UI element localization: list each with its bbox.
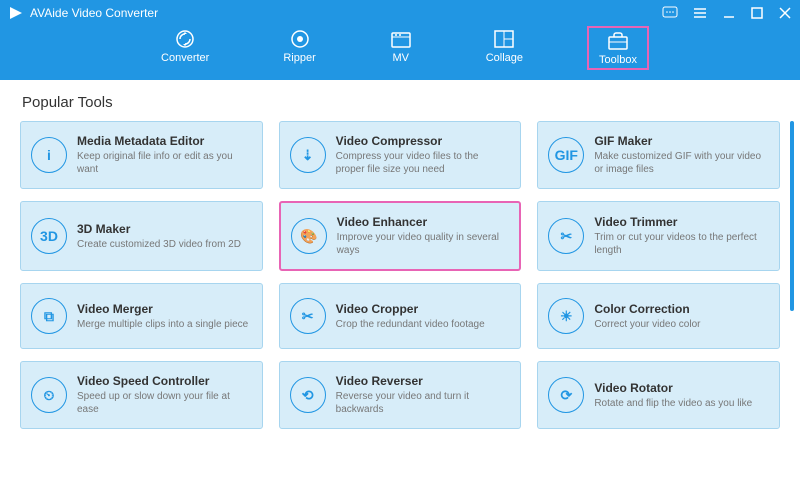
tool-title: Video Cropper xyxy=(336,302,485,316)
tool-title: Video Speed Controller xyxy=(77,374,250,388)
tool-card-video-enhancer[interactable]: 🎨 Video Enhancer Improve your video qualit… xyxy=(279,201,522,271)
tool-desc: Trim or cut your videos to the perfect l… xyxy=(594,231,767,257)
tool-desc: Crop the redundant video footage xyxy=(336,318,485,331)
video-enhancer-icon: 🎨 xyxy=(291,218,327,254)
tool-card-video-cropper[interactable]: ✂ Video Cropper Crop the redundant video f… xyxy=(279,283,522,349)
minimize-icon[interactable] xyxy=(722,6,736,20)
tool-card-metadata-editor[interactable]: i Media Metadata Editor Keep original file… xyxy=(20,121,263,189)
tab-toolbox[interactable]: Toolbox xyxy=(587,26,649,70)
tool-title: Color Correction xyxy=(594,302,700,316)
tool-card-video-merger[interactable]: ⧉ Video Merger Merge multiple clips into a… xyxy=(20,283,263,349)
close-icon[interactable] xyxy=(778,6,792,20)
video-rotator-icon: ⟳ xyxy=(548,377,584,413)
tool-title: Media Metadata Editor xyxy=(77,134,250,148)
video-reverser-icon: ⟲ xyxy=(290,377,326,413)
tool-title: Video Enhancer xyxy=(337,215,508,229)
tool-desc: Create customized 3D video from 2D xyxy=(77,238,241,251)
section-title: Popular Tools xyxy=(0,80,800,121)
tool-desc: Speed up or slow down your file at ease xyxy=(77,390,250,416)
tool-desc: Improve your video quality in several wa… xyxy=(337,231,508,257)
tool-title: GIF Maker xyxy=(594,134,767,148)
menu-icon[interactable] xyxy=(692,6,708,20)
tool-desc: Rotate and flip the video as you like xyxy=(594,397,752,410)
tool-card-video-trimmer[interactable]: ✂ Video Trimmer Trim or cut your videos to… xyxy=(537,201,780,271)
ripper-icon xyxy=(289,28,311,50)
tool-desc: Keep original file info or edit as you w… xyxy=(77,150,250,176)
tab-collage[interactable]: Collage xyxy=(476,26,533,66)
color-correction-icon: ☀ xyxy=(548,298,584,334)
tool-title: Video Trimmer xyxy=(594,215,767,229)
metadata-editor-icon: i xyxy=(31,137,67,173)
converter-icon xyxy=(174,28,196,50)
gif-maker-icon: GIF xyxy=(548,137,584,173)
tool-card-video-compressor[interactable]: ⇣ Video Compressor Compress your video fil… xyxy=(279,121,522,189)
toolbox-icon xyxy=(607,30,629,52)
tool-title: Video Rotator xyxy=(594,381,752,395)
app-logo-icon xyxy=(8,5,24,21)
tool-desc: Reverse your video and turn it backwards xyxy=(336,390,509,416)
mv-icon xyxy=(390,28,412,50)
tool-title: Video Merger xyxy=(77,302,248,316)
scrollbar[interactable] xyxy=(790,121,794,311)
collage-icon xyxy=(493,28,515,50)
tool-desc: Correct your video color xyxy=(594,318,700,331)
tab-ripper[interactable]: Ripper xyxy=(273,26,325,66)
maximize-icon[interactable] xyxy=(750,6,764,20)
tool-card-color-correction[interactable]: ☀ Color Correction Correct your video colo… xyxy=(537,283,780,349)
tool-card-3d-maker[interactable]: 3D 3D Maker Create customized 3D video fro… xyxy=(20,201,263,271)
video-compressor-icon: ⇣ xyxy=(290,137,326,173)
tab-mv[interactable]: MV xyxy=(380,26,422,66)
tool-title: Video Compressor xyxy=(336,134,509,148)
video-trimmer-icon: ✂ xyxy=(548,218,584,254)
tab-converter[interactable]: Converter xyxy=(151,26,219,66)
app-title: AVAide Video Converter xyxy=(30,6,158,20)
3d-maker-icon: 3D xyxy=(31,218,67,254)
tool-desc: Make customized GIF with your video or i… xyxy=(594,150,767,176)
tool-title: 3D Maker xyxy=(77,222,241,236)
video-speed-icon: ⏲ xyxy=(31,377,67,413)
video-cropper-icon: ✂ xyxy=(290,298,326,334)
tool-card-gif-maker[interactable]: GIF GIF Maker Make customized GIF with you… xyxy=(537,121,780,189)
tool-desc: Compress your video files to the proper … xyxy=(336,150,509,176)
tool-desc: Merge multiple clips into a single piece xyxy=(77,318,248,331)
tool-card-video-speed[interactable]: ⏲ Video Speed Controller Speed up or slow … xyxy=(20,361,263,429)
tool-card-video-rotator[interactable]: ⟳ Video Rotator Rotate and flip the video … xyxy=(537,361,780,429)
tool-title: Video Reverser xyxy=(336,374,509,388)
tool-card-video-reverser[interactable]: ⟲ Video Reverser Reverse your video and tu… xyxy=(279,361,522,429)
video-merger-icon: ⧉ xyxy=(31,298,67,334)
feedback-icon[interactable] xyxy=(662,6,678,20)
